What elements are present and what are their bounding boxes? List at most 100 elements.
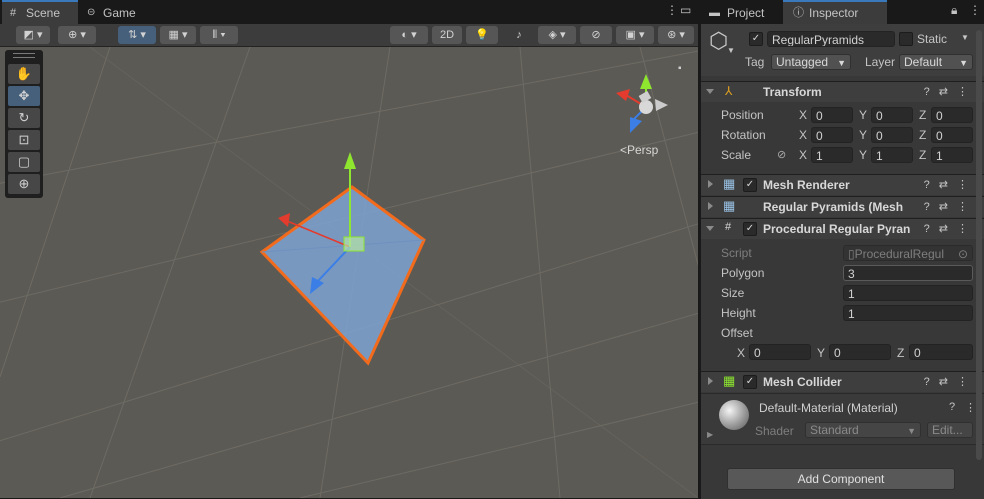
- shader-dropdown[interactable]: Standard ▼: [805, 422, 921, 438]
- draw-mode-dropdown[interactable]: ◩ ▾: [16, 26, 50, 44]
- height-field[interactable]: 1: [843, 305, 973, 321]
- rotation-label: Rotation: [721, 128, 766, 142]
- more-options-icon[interactable]: ⋮: [969, 3, 981, 17]
- offset-z-field[interactable]: 0: [909, 344, 973, 360]
- global-dropdown[interactable]: ⊕ ▾: [58, 26, 96, 44]
- gizmo-plane-handle[interactable]: [343, 236, 365, 252]
- shading-mode-dropdown[interactable]: ◐ ▾: [390, 26, 428, 44]
- preset-icon[interactable]: ⇄: [939, 201, 957, 213]
- component-header-icons[interactable]: ?⇄⋮: [924, 375, 977, 388]
- size-field[interactable]: 1: [843, 285, 973, 301]
- rotate-tool-button[interactable]: ↻: [8, 108, 40, 128]
- static-checkbox[interactable]: [899, 32, 913, 46]
- position-y-field[interactable]: 0: [871, 107, 913, 123]
- more-options-icon[interactable]: ⋮: [957, 376, 977, 388]
- move-icon: ✥: [18, 88, 30, 103]
- rotation-y-field[interactable]: 0: [871, 127, 913, 143]
- more-options-icon[interactable]: ⋮: [957, 179, 977, 191]
- offset-x-field[interactable]: 0: [749, 344, 811, 360]
- grid-snap-dropdown[interactable]: ▦ ▾: [160, 26, 196, 44]
- help-icon[interactable]: ?: [924, 179, 939, 191]
- active-checkbox[interactable]: ✓: [749, 32, 763, 46]
- maximize-icon[interactable]: ▭: [680, 3, 691, 17]
- mesh-renderer-header[interactable]: ▦ ✓ Mesh Renderer ?⇄⋮: [701, 174, 984, 195]
- position-z-field[interactable]: 0: [931, 107, 973, 123]
- gizmo-toggle[interactable]: ⇅ ▾: [118, 26, 156, 44]
- layer-value: Default: [904, 55, 943, 69]
- scale-tool-button[interactable]: ⊡: [8, 130, 40, 150]
- preset-icon[interactable]: ⇄: [939, 223, 957, 235]
- 2d-toggle[interactable]: 2D: [432, 26, 462, 44]
- scene-viewport[interactable]: ▪ <Persp: [0, 47, 698, 498]
- component-header-icons[interactable]: ?⇄⋮: [924, 200, 977, 213]
- help-icon[interactable]: ?: [924, 201, 939, 213]
- preset-icon[interactable]: ⇄: [939, 376, 957, 388]
- tools-drag-handle[interactable]: [13, 53, 35, 58]
- increment-snap-dropdown[interactable]: ⦀ ▾: [200, 26, 238, 44]
- help-icon[interactable]: ?: [924, 223, 939, 235]
- scale-z-field[interactable]: 1: [931, 147, 973, 163]
- procedural-enabled-checkbox[interactable]: ✓: [743, 222, 757, 236]
- position-x-field[interactable]: 0: [811, 107, 853, 123]
- link-icon[interactable]: ⊘: [777, 148, 786, 161]
- chevron-down-icon: ▼: [837, 58, 846, 68]
- rect-tool-button[interactable]: ▢: [8, 152, 40, 172]
- rotation-z-field[interactable]: 0: [931, 127, 973, 143]
- component-header-icons[interactable]: ?⇄⋮: [924, 85, 977, 98]
- persp-label[interactable]: <Persp: [620, 143, 658, 157]
- tab-scene[interactable]: # Scene: [2, 0, 78, 24]
- tab-project[interactable]: ▬ Project: [703, 2, 781, 24]
- audio-toggle[interactable]: ♪: [506, 26, 532, 44]
- layer-dropdown[interactable]: Default ▼: [899, 54, 973, 70]
- procedural-component-header[interactable]: # ✓ Procedural Regular Pyran ?⇄⋮: [701, 218, 984, 239]
- move-tool-button[interactable]: ✥: [8, 86, 40, 106]
- scale-y-field[interactable]: 1: [871, 147, 913, 163]
- inspector-scrollbar[interactable]: [976, 30, 982, 460]
- add-component-button[interactable]: Add Component: [727, 468, 955, 490]
- preset-icon[interactable]: ⇄: [939, 86, 957, 98]
- transform-icon: ⅄: [725, 84, 733, 98]
- mesh-collider-enabled-checkbox[interactable]: ✓: [743, 375, 757, 389]
- component-header-icons[interactable]: ?⇄⋮: [924, 222, 977, 235]
- foldout-arrow-icon[interactable]: ▶: [707, 430, 713, 439]
- tag-dropdown[interactable]: Untagged ▼: [771, 54, 851, 70]
- transform-tool-button[interactable]: ⊕: [8, 174, 40, 194]
- hand-tool-button[interactable]: ✋: [8, 64, 40, 84]
- gameobject-name-input[interactable]: RegularPyramids: [767, 31, 895, 47]
- preset-icon[interactable]: ⇄: [939, 179, 957, 191]
- chevron-down-icon[interactable]: ▼: [961, 33, 969, 42]
- gizmo-x-handle[interactable]: [278, 213, 290, 227]
- lock-icon[interactable]: 🔒︎: [951, 3, 957, 18]
- offset-y-field[interactable]: 0: [829, 344, 891, 360]
- mesh-collider-header[interactable]: ▦ ✓ Mesh Collider ?⇄⋮: [701, 371, 984, 392]
- tab-inspector[interactable]: ⓘ Inspector: [783, 0, 887, 24]
- mesh-renderer-enabled-checkbox[interactable]: ✓: [743, 178, 757, 192]
- chevron-down-icon[interactable]: ▼: [727, 46, 735, 55]
- more-options-icon[interactable]: ⋮: [957, 201, 977, 213]
- gizmo-y-handle[interactable]: [344, 152, 356, 169]
- shader-edit-button[interactable]: Edit...: [927, 422, 973, 438]
- foldout-arrow-icon: [706, 89, 714, 94]
- selected-pyramid-mesh[interactable]: [259, 185, 426, 366]
- more-options-icon[interactable]: ⋮: [957, 86, 977, 98]
- effects-dropdown[interactable]: ◈ ▾: [538, 26, 576, 44]
- gizmos-dropdown[interactable]: ⊛ ▾: [658, 26, 694, 44]
- help-icon[interactable]: ?: [924, 376, 939, 388]
- help-icon[interactable]: ?: [924, 86, 939, 98]
- transform-header[interactable]: ⅄ Transform ?⇄⋮: [701, 81, 984, 102]
- mesh-filter-header[interactable]: ▦ Regular Pyramids (Mesh ?⇄⋮: [701, 196, 984, 217]
- more-options-icon[interactable]: ⋮: [957, 223, 977, 235]
- script-icon: #: [725, 221, 732, 233]
- more-options-icon[interactable]: ⋮: [666, 3, 678, 17]
- visibility-toggle[interactable]: ⊘: [580, 26, 612, 44]
- component-header-icons[interactable]: ?⇄⋮: [924, 178, 977, 191]
- help-icon[interactable]: ?: [949, 401, 955, 413]
- tab-game[interactable]: ⊝ Game: [84, 2, 154, 24]
- polygon-field[interactable]: 3: [843, 265, 973, 281]
- more-options-icon[interactable]: ⋮: [965, 401, 976, 414]
- camera-dropdown[interactable]: ▣ ▾: [616, 26, 654, 44]
- rotation-x-field[interactable]: 0: [811, 127, 853, 143]
- gizmo-lock-icon[interactable]: ▪: [678, 63, 682, 74]
- lighting-toggle[interactable]: 💡: [466, 26, 498, 44]
- scale-x-field[interactable]: 1: [811, 147, 853, 163]
